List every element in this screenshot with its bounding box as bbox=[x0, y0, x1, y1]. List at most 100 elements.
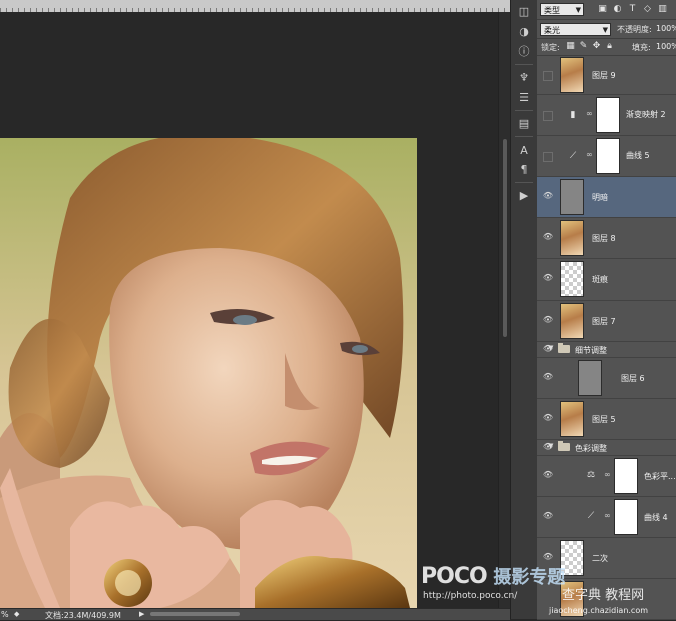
layer-row[interactable]: 👁︎ 图层 8 bbox=[537, 218, 676, 259]
chevron-down-icon: ▼ bbox=[575, 6, 581, 14]
group-name[interactable]: 细节调整 bbox=[575, 345, 607, 356]
document-size-readout[interactable]: 文档:23.4M/409.9M bbox=[45, 610, 121, 621]
gradient-map-icon: ▮ bbox=[570, 110, 576, 120]
layer-row[interactable]: ▮ ∞ 渐变映射 2 bbox=[537, 95, 676, 136]
layer-name[interactable]: 渐变映射 2 bbox=[626, 109, 666, 120]
layer-row[interactable]: 图层 9 bbox=[537, 56, 676, 95]
paragraph-icon[interactable]: ¶ bbox=[516, 162, 532, 178]
site-watermark-url: jiaocheng.chazidian.com bbox=[549, 606, 649, 615]
filter-smart-object-icon[interactable]: ▥ bbox=[658, 4, 667, 15]
layer-thumbnail bbox=[560, 220, 584, 256]
color-wheel-icon[interactable]: ◑ bbox=[516, 24, 532, 40]
document-canvas-area[interactable] bbox=[0, 0, 511, 608]
layer-group-row[interactable]: 👁︎ ▼ 细节调整 bbox=[537, 342, 676, 358]
layer-thumbnail bbox=[578, 360, 602, 396]
blend-mode-dropdown[interactable]: 柔光 ▼ bbox=[540, 23, 611, 36]
layer-row[interactable]: 👁︎ 图层 5 bbox=[537, 399, 676, 440]
layer-name[interactable]: 图层 8 bbox=[592, 233, 616, 244]
status-separator-icon: ◆ bbox=[14, 610, 20, 618]
link-icon[interactable]: ∞ bbox=[586, 150, 593, 159]
layer-name[interactable]: 色彩平... bbox=[644, 471, 676, 482]
layer-row[interactable]: 👁︎ ⚖ ∞ 色彩平... bbox=[537, 456, 676, 497]
link-icon[interactable]: ∞ bbox=[604, 511, 611, 520]
layer-filter-dropdown[interactable]: 类型 ▼ bbox=[540, 3, 584, 16]
layer-row-selected[interactable]: 👁︎ 明暗 bbox=[537, 177, 676, 218]
eye-icon[interactable]: 👁︎ bbox=[542, 372, 554, 381]
layer-mask-thumbnail[interactable] bbox=[614, 458, 638, 494]
lock-label: 锁定: bbox=[541, 43, 560, 52]
brush-presets-icon[interactable]: ♆ bbox=[516, 70, 532, 86]
watermark-url: http://photo.poco.cn/ bbox=[423, 591, 518, 601]
adjustments-icon[interactable]: ☰ bbox=[516, 90, 532, 106]
layer-name[interactable]: 曲线 5 bbox=[626, 150, 650, 161]
eye-icon[interactable]: 👁︎ bbox=[542, 413, 554, 422]
horizontal-scroll-thumb[interactable] bbox=[150, 612, 240, 616]
chevron-down-icon: ▼ bbox=[602, 26, 608, 34]
history-icon[interactable]: ◫ bbox=[516, 4, 532, 20]
layer-row[interactable]: ⟋ ∞ 曲线 5 bbox=[537, 136, 676, 177]
curves-icon: ⟋ bbox=[569, 151, 577, 161]
layer-row[interactable]: 👁︎ 图层 7 bbox=[537, 301, 676, 342]
layer-name[interactable]: 图层 7 bbox=[592, 316, 616, 327]
filter-pixel-icon[interactable]: ▣ bbox=[598, 4, 607, 15]
layer-name[interactable]: 图层 5 bbox=[592, 414, 616, 425]
lock-all-icon[interactable]: 🔒︎ bbox=[605, 41, 614, 52]
filter-shape-icon[interactable]: ◇ bbox=[643, 4, 652, 15]
layer-name[interactable]: 图层 9 bbox=[592, 70, 616, 81]
filter-type-icon[interactable]: T bbox=[628, 4, 637, 15]
filter-adjustment-icon[interactable]: ◐ bbox=[613, 4, 622, 15]
eye-icon[interactable]: 👁︎ bbox=[542, 470, 554, 479]
layer-thumbnail bbox=[560, 179, 584, 215]
status-menu-arrow-icon[interactable]: ▶ bbox=[139, 610, 144, 618]
group-expand-icon[interactable]: ▼ bbox=[548, 442, 553, 450]
fill-label: 填充: bbox=[632, 43, 651, 52]
layer-group-row[interactable]: 👁︎ ▼ 色彩调整 bbox=[537, 440, 676, 456]
layer-mask-thumbnail[interactable] bbox=[614, 499, 638, 535]
eye-icon[interactable]: 👁︎ bbox=[542, 315, 554, 324]
horizontal-ruler[interactable] bbox=[0, 0, 510, 12]
eye-icon[interactable]: 👁︎ bbox=[542, 273, 554, 282]
group-name[interactable]: 色彩调整 bbox=[575, 443, 607, 454]
vertical-scroll-thumb[interactable] bbox=[502, 138, 508, 338]
eye-icon[interactable]: 👁︎ bbox=[542, 552, 554, 561]
layer-name[interactable]: 二次 bbox=[592, 553, 608, 564]
layer-row[interactable]: 👁︎ ⟋ ∞ 曲线 4 bbox=[537, 497, 676, 538]
site-watermark: 查字典 教程网 bbox=[562, 588, 645, 603]
visibility-toggle-off[interactable] bbox=[543, 71, 553, 81]
lock-position-icon[interactable]: ✥ bbox=[592, 41, 601, 52]
link-icon[interactable]: ∞ bbox=[586, 109, 593, 118]
eye-icon[interactable]: 👁︎ bbox=[542, 232, 554, 241]
layer-mask-thumbnail[interactable] bbox=[596, 138, 620, 174]
layer-name[interactable]: 图层 6 bbox=[621, 373, 645, 384]
layer-row[interactable]: 👁︎ 图层 6 bbox=[537, 358, 676, 399]
info-icon[interactable]: ⓘ bbox=[516, 44, 532, 60]
layer-name[interactable]: 斑痕 bbox=[592, 274, 608, 285]
visibility-toggle-off[interactable] bbox=[543, 111, 553, 121]
document-photo[interactable] bbox=[0, 138, 417, 608]
link-icon[interactable]: ∞ bbox=[604, 470, 611, 479]
poco-watermark: POCO 摄影专题 bbox=[421, 563, 565, 589]
layer-row[interactable]: 👁︎ 斑痕 bbox=[537, 259, 676, 301]
eye-icon[interactable]: 👁︎ bbox=[542, 511, 554, 520]
watermark-brand: POCO bbox=[421, 564, 488, 589]
layer-name[interactable]: 明暗 bbox=[592, 192, 608, 203]
layer-thumbnail bbox=[560, 303, 584, 339]
opacity-label: 不透明度: bbox=[617, 25, 652, 34]
layer-filter-row: 类型 ▼ ▣ ◐ T ◇ ▥ bbox=[537, 0, 676, 20]
layer-mask-thumbnail[interactable] bbox=[596, 97, 620, 133]
layer-filter-value: 类型 bbox=[544, 6, 560, 15]
folder-icon bbox=[558, 343, 570, 353]
zoom-readout[interactable]: % bbox=[1, 610, 9, 619]
lock-image-icon[interactable]: ✎ bbox=[579, 41, 588, 52]
opacity-value[interactable]: 100% bbox=[656, 24, 676, 33]
layer-thumbnail bbox=[560, 57, 584, 93]
character-icon[interactable]: A bbox=[516, 143, 532, 159]
lock-transparency-icon[interactable]: ▦ bbox=[566, 41, 575, 52]
visibility-toggle-off[interactable] bbox=[543, 152, 553, 162]
clone-source-icon[interactable]: ▤ bbox=[516, 116, 532, 132]
actions-play-icon[interactable]: ▶ bbox=[516, 188, 532, 204]
group-expand-icon[interactable]: ▼ bbox=[548, 344, 553, 352]
eye-icon[interactable]: 👁︎ bbox=[542, 191, 554, 200]
fill-value[interactable]: 100% bbox=[656, 42, 676, 51]
layer-name[interactable]: 曲线 4 bbox=[644, 512, 668, 523]
